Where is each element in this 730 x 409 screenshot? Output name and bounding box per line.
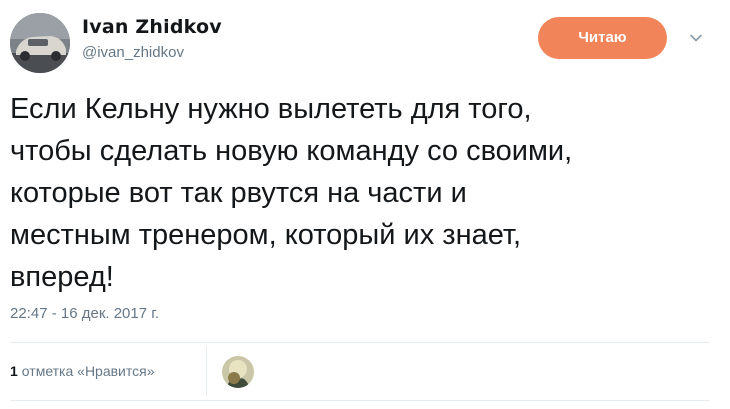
chevron-down-icon[interactable]	[688, 30, 704, 46]
follow-button[interactable]: Читаю	[538, 17, 667, 59]
author-display-name[interactable]: Ivan Zhidkov	[82, 15, 222, 39]
likes-label: отметка «Нравится»	[21, 363, 155, 379]
author-avatar[interactable]	[10, 13, 70, 73]
tweet-stats: 1 отметка «Нравится»	[10, 342, 710, 400]
divider-bottom	[10, 400, 710, 401]
car-photo-avatar-icon	[10, 13, 70, 73]
tweet-text: Если Кельну нужно вылететь для того, что…	[10, 93, 573, 293]
likes-stat[interactable]: 1 отметка «Нравится»	[10, 361, 155, 381]
tweet-header: Ivan Zhidkov @ivan_zhidkov Читаю	[8, 8, 720, 73]
likes-count: 1	[10, 363, 18, 379]
liker-avatar-icon	[222, 356, 254, 388]
stats-separator	[206, 346, 207, 396]
liker-avatar[interactable]	[222, 356, 254, 388]
tweet-card: Ivan Zhidkov @ivan_zhidkov Читаю Если Ке…	[0, 0, 730, 409]
tweet-timestamp[interactable]: 22:47 - 16 дек. 2017 г.	[10, 304, 159, 324]
author-handle[interactable]: @ivan_zhidkov	[82, 43, 222, 63]
author-names: Ivan Zhidkov @ivan_zhidkov	[82, 15, 222, 63]
